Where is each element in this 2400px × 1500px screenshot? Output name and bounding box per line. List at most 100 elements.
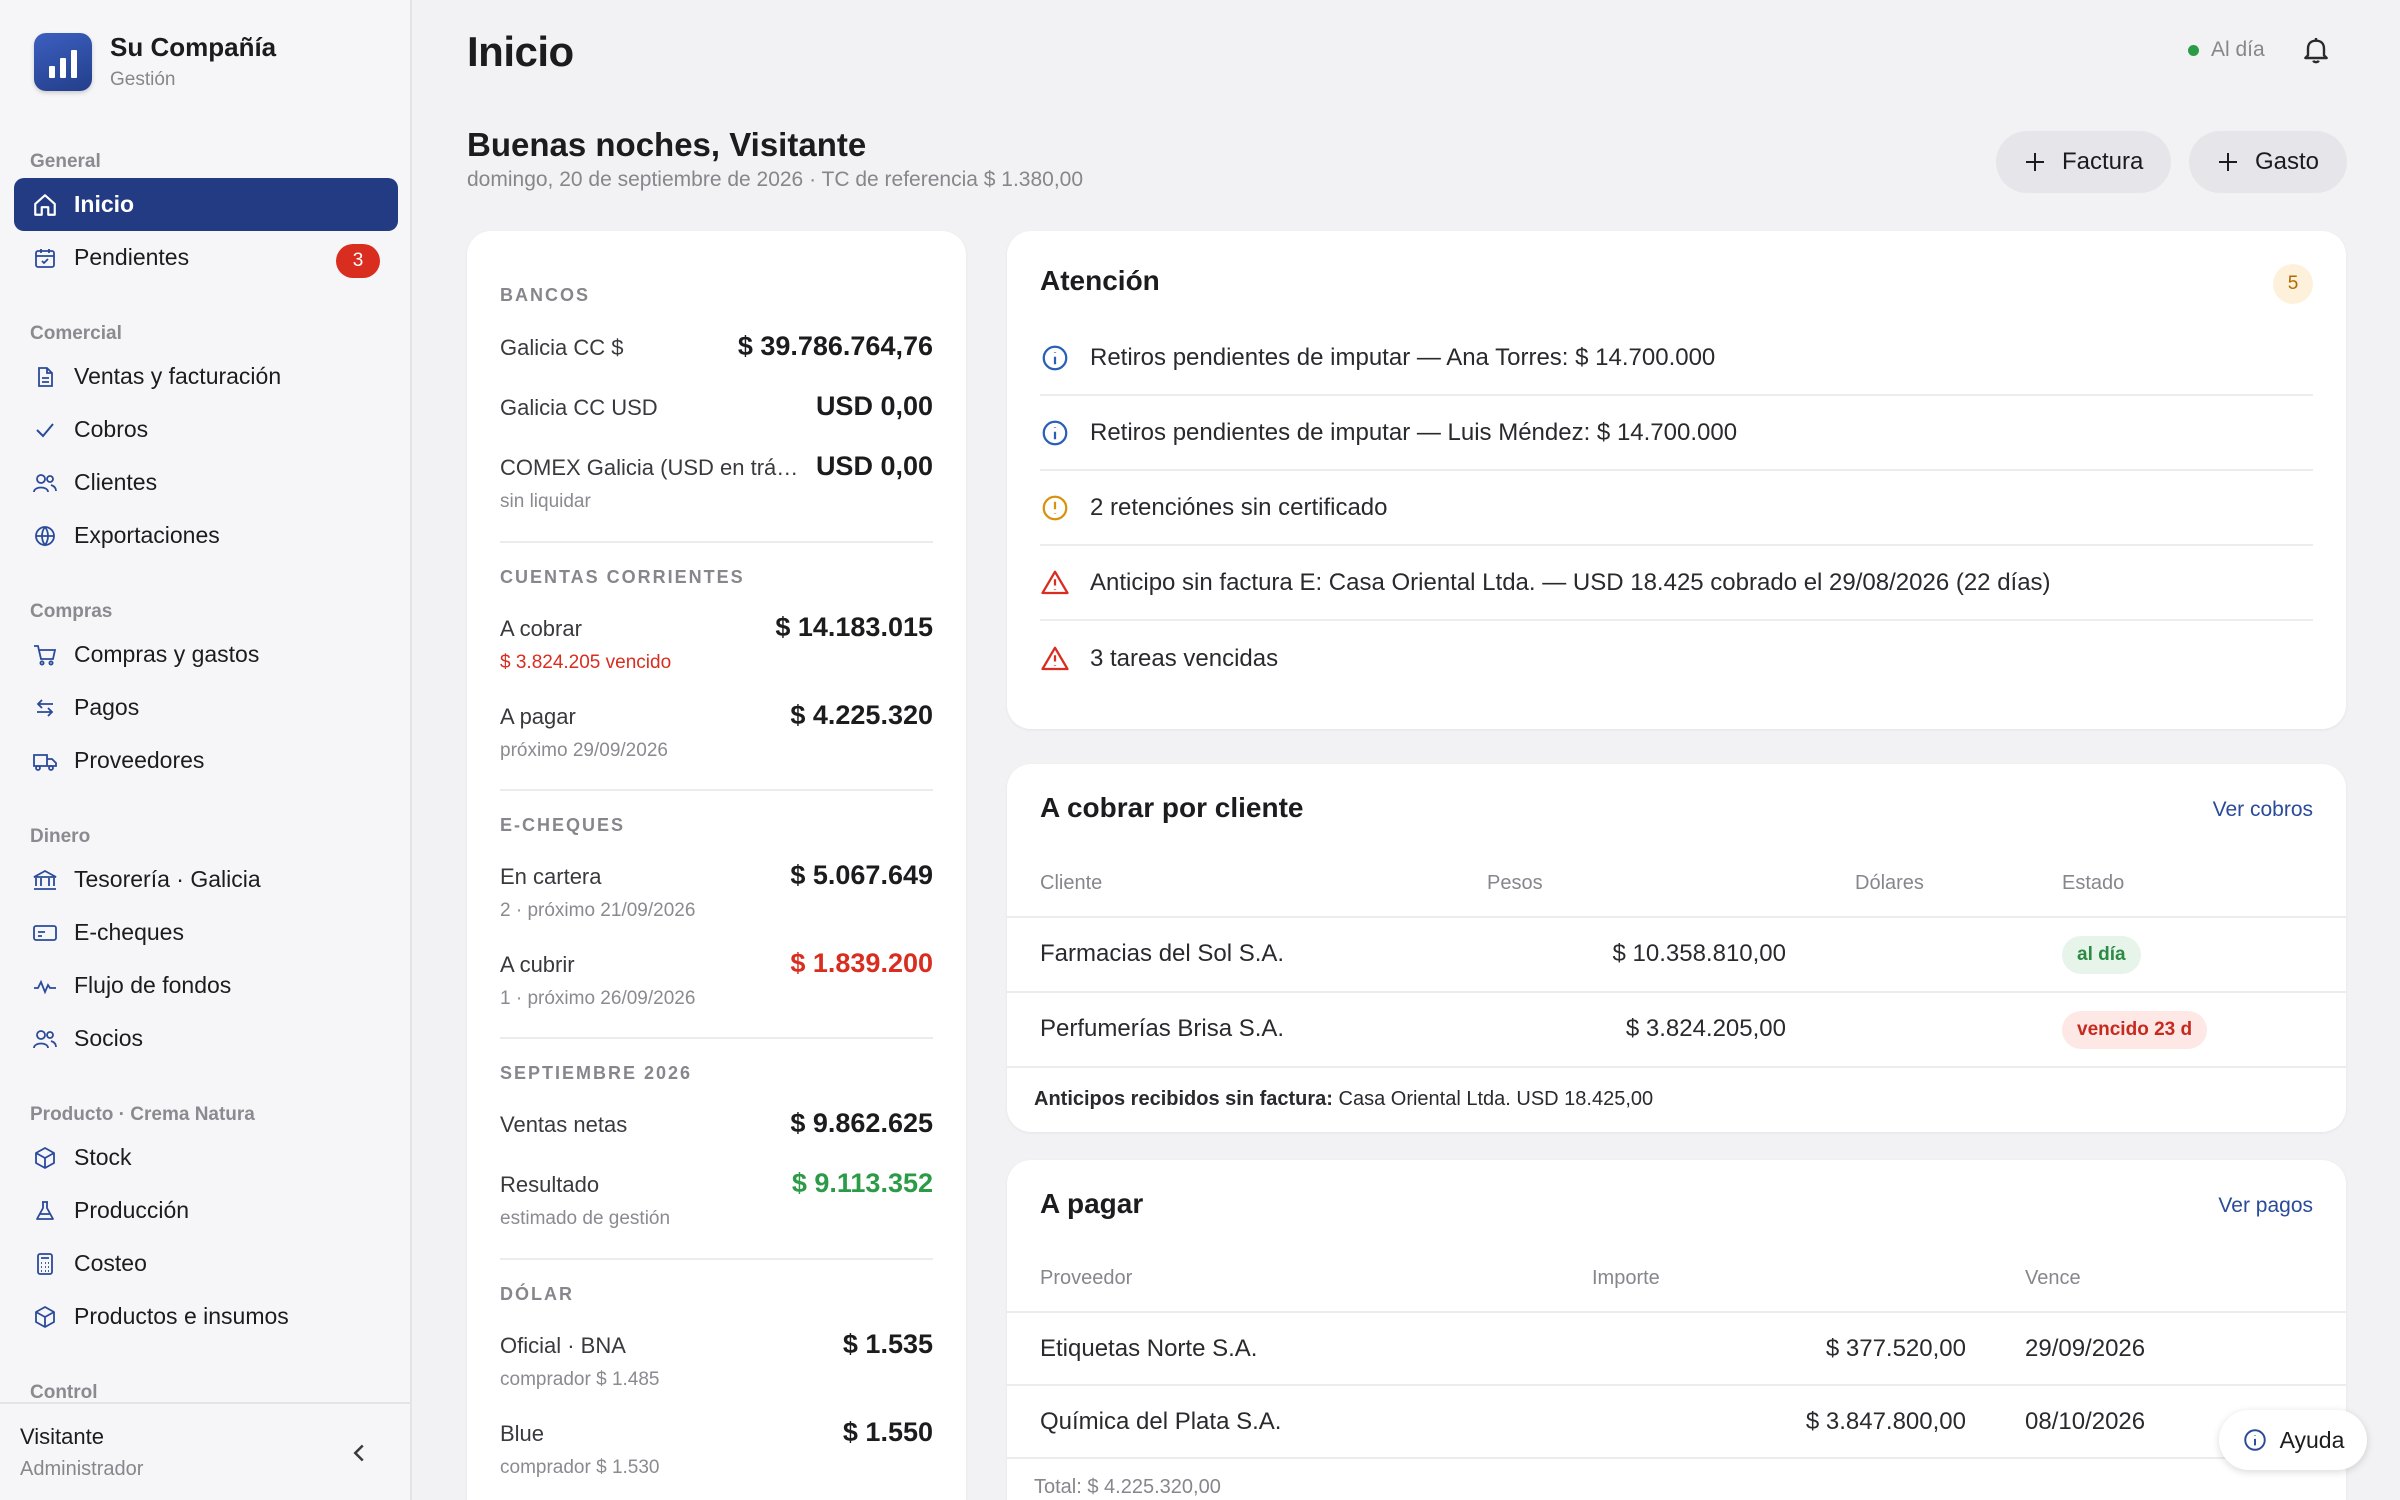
- advances-note: Anticipos recibidos sin factura: Casa Or…: [1034, 1088, 1653, 1111]
- summary-row[interactable]: Ventas netas $ 9.862.625: [500, 1108, 933, 1138]
- sidebar-item-productos[interactable]: Productos e insumos: [14, 1290, 398, 1343]
- section-dolar: DÓLAR: [500, 1284, 574, 1304]
- sidebar-item-label: Costeo: [74, 1250, 147, 1276]
- row-sub: sin liquidar: [500, 491, 591, 512]
- summary-row[interactable]: Galicia CC $ $ 39.786.764,76: [500, 331, 933, 361]
- column-header[interactable]: Importe: [1592, 1267, 1660, 1290]
- column-header[interactable]: Pesos: [1487, 872, 1543, 895]
- row-value: $ 9.113.352: [791, 1168, 933, 1198]
- row-value: $ 39.786.764,76: [737, 331, 933, 361]
- row-value: $ 5.067.649: [790, 860, 933, 890]
- plus-icon: [2217, 151, 2239, 173]
- attention-item[interactable]: 3 tareas vencidas: [1040, 621, 2313, 696]
- status-dot-icon: [2188, 44, 2199, 56]
- sidebar-item-stock[interactable]: Stock: [14, 1131, 398, 1184]
- sidebar-item-clientes[interactable]: Clientes: [14, 456, 398, 509]
- sidebar-item-cobros[interactable]: Cobros: [14, 403, 398, 456]
- nav-section-producto: Producto · Crema Natura: [30, 1104, 255, 1125]
- row-value: $ 1.839.200: [790, 948, 933, 978]
- nav-section-dinero: Dinero: [30, 826, 91, 847]
- help-button[interactable]: Ayuda: [2219, 1410, 2367, 1470]
- supplier-name: Etiquetas Norte S.A.: [1040, 1335, 1258, 1362]
- divider: [1007, 1457, 2346, 1459]
- sidebar-item-proveedores[interactable]: Proveedores: [14, 734, 398, 787]
- greeting: Buenas noches, Visitante: [467, 126, 867, 163]
- due-date: 08/10/2026: [2025, 1408, 2146, 1435]
- table-row[interactable]: Farmacias del Sol S.A. $ 10.358.810,00 a…: [1007, 916, 2346, 991]
- sidebar: Su Compañía Gestión General Inicio Pendi…: [0, 0, 412, 1500]
- sidebar-item-label: Compras y gastos: [74, 641, 260, 667]
- summary-row[interactable]: A cubrir 1 · próximo 26/09/2026 $ 1.839.…: [500, 948, 933, 1010]
- summary-row[interactable]: COMEX Galicia (USD en trá… sin liquidar …: [500, 451, 933, 513]
- status-label: Al día: [2211, 38, 2265, 61]
- attention-item[interactable]: Retiros pendientes de imputar — Luis Mén…: [1040, 396, 2313, 471]
- user-role: Administrador: [20, 1458, 144, 1480]
- sidebar-item-echeques[interactable]: E-cheques: [14, 906, 398, 959]
- amount: $ 377.520,00: [1825, 1335, 1966, 1362]
- attention-item[interactable]: 2 retenciónes sin certificado: [1040, 471, 2313, 546]
- column-header[interactable]: Cliente: [1040, 872, 1102, 895]
- summary-row[interactable]: Resultado estimado de gestión $ 9.113.35…: [500, 1168, 933, 1230]
- sidebar-item-socios[interactable]: Socios: [14, 1012, 398, 1065]
- sync-status: Al día: [2188, 38, 2265, 62]
- client-name: Farmacias del Sol S.A.: [1040, 940, 1285, 967]
- sidebar-item-flujo[interactable]: Flujo de fondos: [14, 959, 398, 1012]
- sidebar-item-compras[interactable]: Compras y gastos: [14, 628, 398, 681]
- nav-section-comercial: Comercial: [30, 323, 122, 344]
- button-label: Factura: [2062, 148, 2144, 175]
- attention-text: Retiros pendientes de imputar — Ana Torr…: [1090, 343, 1716, 371]
- sidebar-item-pendientes[interactable]: Pendientes 3: [14, 231, 398, 284]
- sidebar-item-exportaciones[interactable]: Exportaciones: [14, 509, 398, 562]
- info-icon: [1040, 343, 1070, 373]
- pending-count-badge: 3: [336, 244, 380, 278]
- sidebar-nav: General Inicio Pendientes 3 Comercial Ve…: [14, 146, 398, 1409]
- sidebar-item-ventas[interactable]: Ventas y facturación: [14, 350, 398, 403]
- row-value: $ 9.862.625: [790, 1108, 933, 1138]
- sidebar-item-label: Stock: [74, 1144, 132, 1170]
- brand[interactable]: Su Compañía Gestión: [34, 32, 276, 91]
- user-name: Visitante: [20, 1424, 104, 1449]
- column-header[interactable]: Vence: [2025, 1267, 2081, 1290]
- table-row[interactable]: Perfumerías Brisa S.A. $ 3.824.205,00 ve…: [1007, 991, 2346, 1066]
- view-collections-link[interactable]: Ver cobros: [2213, 798, 2313, 822]
- row-sub: estimado de gestión: [500, 1208, 671, 1229]
- sidebar-item-label: Clientes: [74, 469, 158, 495]
- divider: [500, 541, 933, 543]
- summary-row[interactable]: Blue comprador $ 1.530 $ 1.550: [500, 1417, 933, 1479]
- attention-item[interactable]: Retiros pendientes de imputar — Ana Torr…: [1040, 321, 2313, 396]
- column-header[interactable]: Estado: [2062, 872, 2124, 895]
- view-payments-link[interactable]: Ver pagos: [2218, 1194, 2313, 1218]
- row-sub: comprador $ 1.530: [500, 1457, 660, 1478]
- sidebar-item-label: Producción: [74, 1197, 190, 1223]
- summary-row[interactable]: Galicia CC USD USD 0,00: [500, 391, 933, 421]
- calendar-check-icon: [30, 243, 60, 273]
- info-icon: [1040, 418, 1070, 448]
- column-header[interactable]: Dólares: [1855, 872, 1924, 895]
- sidebar-item-pagos[interactable]: Pagos: [14, 681, 398, 734]
- summary-row[interactable]: En cartera 2 · próximo 21/09/2026 $ 5.06…: [500, 860, 933, 922]
- summary-row[interactable]: Oficial · BNA comprador $ 1.485 $ 1.535: [500, 1329, 933, 1391]
- sidebar-item-costeo[interactable]: Costeo: [14, 1237, 398, 1290]
- advances-label: Anticipos recibidos sin factura:: [1034, 1088, 1333, 1110]
- status-badge: al día: [2062, 936, 2141, 974]
- check-icon: [30, 415, 60, 445]
- table-row[interactable]: Química del Plata S.A. $ 3.847.800,00 08…: [1007, 1384, 2346, 1457]
- summary-row[interactable]: A pagar próximo 29/09/2026 $ 4.225.320: [500, 700, 933, 762]
- sidebar-item-tesoreria[interactable]: Tesorería · Galicia: [14, 853, 398, 906]
- bell-icon[interactable]: [2300, 34, 2334, 68]
- table-row[interactable]: Etiquetas Norte S.A. $ 377.520,00 29/09/…: [1007, 1311, 2346, 1384]
- sidebar-item-produccion[interactable]: Producción: [14, 1184, 398, 1237]
- attention-item[interactable]: Anticipo sin factura E: Casa Oriental Lt…: [1040, 546, 2313, 621]
- user-profile[interactable]: Visitante Administrador: [0, 1402, 410, 1500]
- column-header[interactable]: Proveedor: [1040, 1267, 1132, 1290]
- sidebar-item-label: Pagos: [74, 694, 140, 720]
- collapse-sidebar-chevron-left-icon[interactable]: [344, 1438, 374, 1468]
- summary-row[interactable]: A cobrar $ 3.824.205 vencido $ 14.183.01…: [500, 612, 933, 674]
- sidebar-item-inicio[interactable]: Inicio: [14, 178, 398, 231]
- box-icon: [30, 1143, 60, 1173]
- payables-total: Total: $ 4.225.320,00: [1034, 1476, 1221, 1498]
- new-expense-button[interactable]: Gasto: [2189, 131, 2348, 193]
- help-label: Ayuda: [2279, 1426, 2345, 1453]
- new-invoice-button[interactable]: Factura: [1996, 131, 2172, 193]
- summary-card: BANCOS Galicia CC $ $ 39.786.764,76 Gali…: [467, 231, 966, 1500]
